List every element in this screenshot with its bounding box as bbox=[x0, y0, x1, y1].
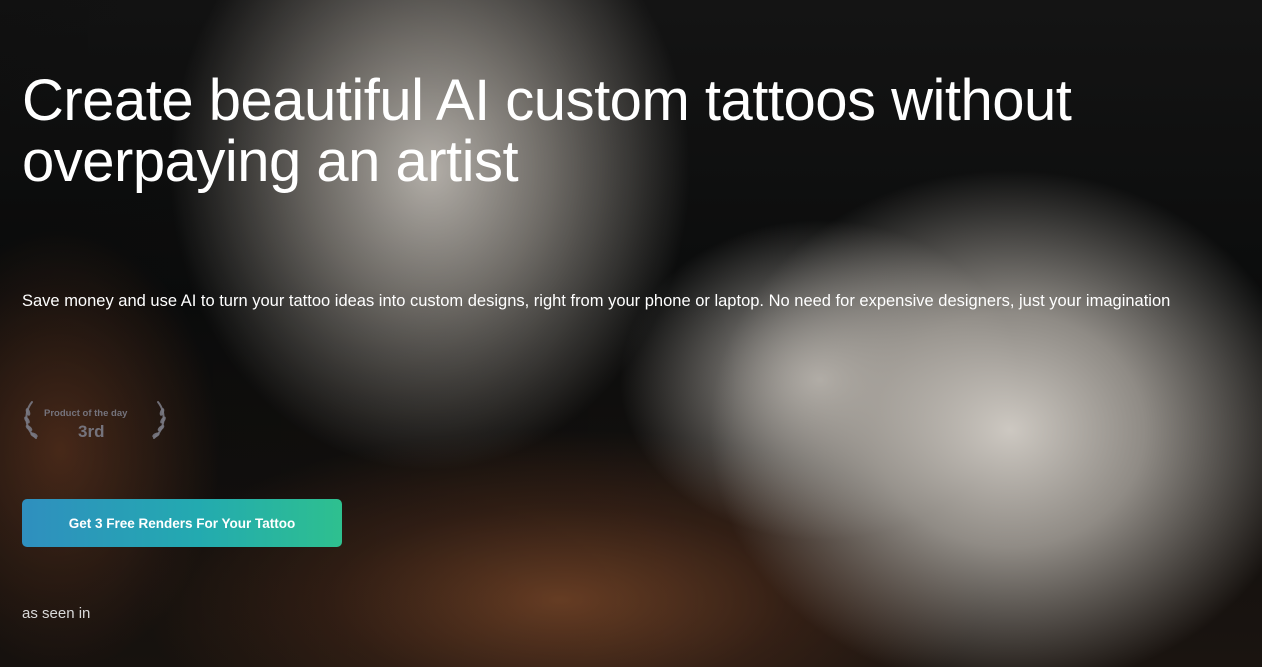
badge-rank: 3rd bbox=[78, 422, 105, 441]
as-seen-in-label: as seen in bbox=[22, 605, 91, 622]
hero-title: Create beautiful AI custom tattoos witho… bbox=[22, 68, 1072, 194]
get-free-renders-button[interactable]: Get 3 Free Renders For Your Tattoo bbox=[22, 499, 342, 547]
hero-section: Create beautiful AI custom tattoos witho… bbox=[0, 0, 1262, 667]
hero-subtitle: Save money and use AI to turn your tatto… bbox=[22, 292, 1171, 310]
badge-label: Product of the day bbox=[44, 408, 128, 419]
product-of-the-day-badge[interactable]: Product of the day 3rd bbox=[22, 398, 168, 448]
